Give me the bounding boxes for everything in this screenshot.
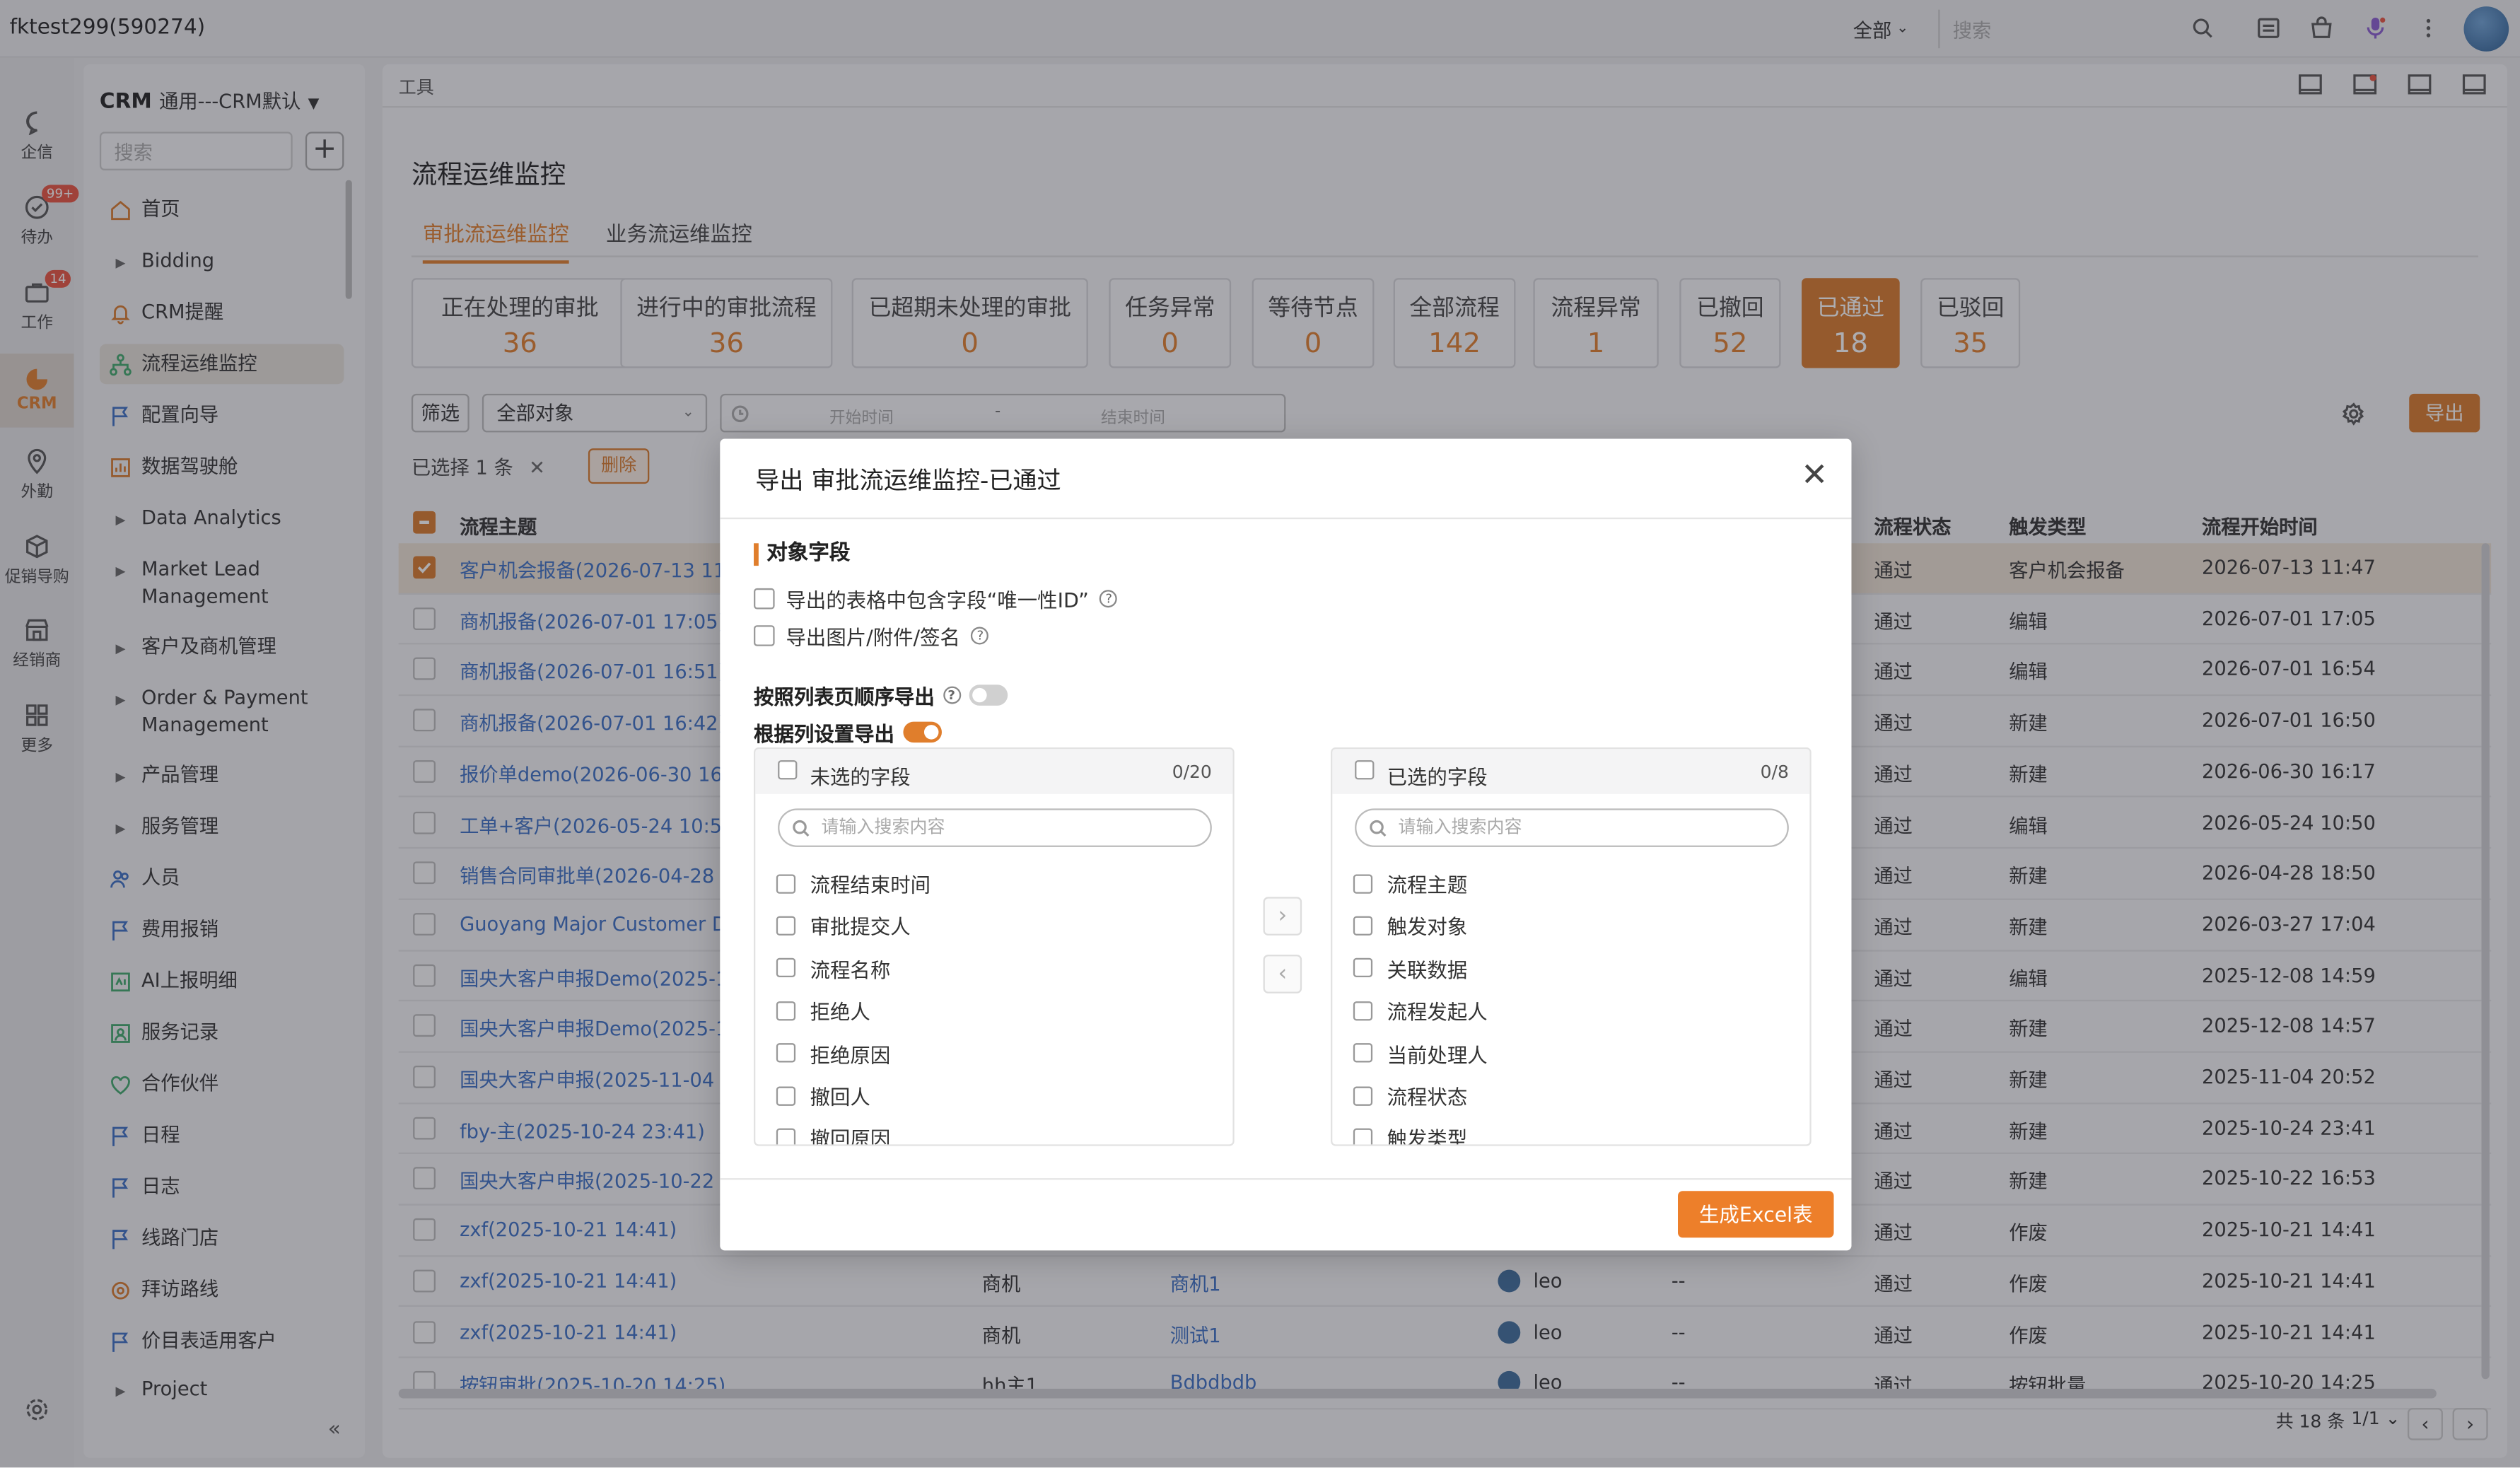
field-checkbox[interactable] <box>1353 958 1373 978</box>
column-export-toggle[interactable] <box>902 721 941 743</box>
field-option[interactable]: 流程主题 <box>1353 868 1467 898</box>
images-checkbox[interactable] <box>754 625 775 646</box>
unselected-fields-panel: 未选的字段 0/20 请输入搜索内容 流程结束时间 审批提交人流程名称拒绝人拒绝原… <box>754 747 1235 1146</box>
unique-id-label: 导出的表格中包含字段“唯一性ID” <box>786 588 1089 613</box>
field-label: 流程主题 <box>1387 873 1468 897</box>
panel-header: 未选的字段 0/20 <box>755 749 1233 794</box>
field-option[interactable]: 当前处理人 <box>1353 1037 1488 1068</box>
field-checkbox[interactable] <box>1353 873 1373 893</box>
field-checkbox[interactable] <box>776 1001 796 1020</box>
field-checkbox[interactable] <box>776 1043 796 1063</box>
field-checkbox[interactable] <box>776 958 796 978</box>
field-label: 触发类型 <box>1387 1127 1468 1146</box>
search-icon <box>1370 820 1387 837</box>
select-all-unselected-checkbox[interactable] <box>778 760 798 780</box>
field-label: 流程名称 <box>810 957 891 982</box>
order-export-row: 按照列表页顺序导出? <box>754 680 1008 710</box>
field-option[interactable]: 撤回原因 <box>776 1122 891 1146</box>
help-icon[interactable]: ? <box>1099 590 1118 608</box>
export-dialog: 导出 审批流运维监控-已通过 ✕ 对象字段 导出的表格中包含字段“唯一性ID”?… <box>720 438 1852 1251</box>
order-export-toggle[interactable] <box>968 685 1008 706</box>
dialog-footer-divider <box>720 1178 1852 1180</box>
field-checkbox[interactable] <box>1353 1043 1373 1063</box>
unique-id-checkbox[interactable] <box>754 588 775 610</box>
column-export-row: 根据列设置导出 <box>754 717 941 747</box>
search-icon <box>793 820 810 837</box>
field-label: 流程结束时间 <box>810 873 931 897</box>
select-all-selected-checkbox[interactable] <box>1355 760 1375 780</box>
field-checkbox[interactable] <box>776 1085 796 1105</box>
field-checkbox[interactable] <box>1353 1128 1373 1145</box>
field-option[interactable]: 关联数据 <box>1353 953 1467 983</box>
field-checkbox[interactable] <box>1353 1001 1373 1020</box>
field-label: 撤回原因 <box>810 1127 891 1146</box>
field-label: 拒绝人 <box>810 1000 870 1025</box>
field-checkbox[interactable] <box>1353 916 1373 936</box>
panel-count: 0/8 <box>1760 762 1789 783</box>
help-icon[interactable]: ? <box>943 686 961 704</box>
selected-fields-panel: 已选的字段 0/8 请输入搜索内容 流程主题触发对象关联数据流程发起人当前处理人… <box>1331 747 1812 1146</box>
dialog-header-divider <box>720 517 1852 520</box>
field-label: 当前处理人 <box>1387 1042 1488 1067</box>
generate-excel-button[interactable]: 生成Excel表 <box>1678 1191 1834 1238</box>
field-checkbox[interactable] <box>1353 1085 1373 1105</box>
panel-title: 已选的字段 <box>1387 764 1488 790</box>
field-option[interactable]: 触发对象 <box>1353 910 1467 940</box>
close-icon[interactable]: ✕ <box>1797 458 1832 494</box>
panel-title: 未选的字段 <box>810 764 911 790</box>
option-unique-id[interactable]: 导出的表格中包含字段“唯一性ID”? <box>754 583 1118 614</box>
images-label: 导出图片/附件/签名 <box>786 625 960 650</box>
section-title: 对象字段 <box>754 542 850 566</box>
column-export-label: 根据列设置导出 <box>754 721 894 746</box>
field-option[interactable]: 流程名称 <box>776 953 890 983</box>
help-icon[interactable]: ? <box>971 627 989 645</box>
move-left-button[interactable]: ‹ <box>1263 955 1302 994</box>
field-label: 拒绝原因 <box>810 1042 891 1067</box>
order-export-label: 按照列表页顺序导出 <box>754 685 935 709</box>
field-option[interactable]: 拒绝人 <box>776 995 870 1025</box>
option-images[interactable]: 导出图片/附件/签名? <box>754 620 989 651</box>
field-option[interactable]: 流程结束时间 <box>776 868 931 898</box>
field-label: 审批提交人 <box>810 915 911 940</box>
unselected-search-input[interactable]: 请输入搜索内容 <box>778 808 1212 847</box>
dialog-title: 导出 审批流运维监控-已通过 <box>755 466 1061 496</box>
panel-count: 0/20 <box>1172 762 1212 783</box>
field-checkbox[interactable] <box>776 1128 796 1145</box>
field-option[interactable]: 流程状态 <box>1353 1080 1467 1110</box>
field-checkbox[interactable] <box>776 916 796 936</box>
field-label: 流程发起人 <box>1387 1000 1488 1025</box>
panel-header: 已选的字段 0/8 <box>1332 749 1810 794</box>
move-right-button[interactable]: › <box>1263 897 1302 936</box>
field-label: 流程状态 <box>1387 1085 1468 1109</box>
field-checkbox[interactable] <box>776 873 796 893</box>
field-label: 触发对象 <box>1387 915 1468 940</box>
selected-search-input[interactable]: 请输入搜索内容 <box>1355 808 1789 847</box>
field-option[interactable]: 流程发起人 <box>1353 995 1488 1025</box>
field-option[interactable]: 拒绝原因 <box>776 1037 890 1068</box>
field-option[interactable]: 触发类型 <box>1353 1122 1468 1146</box>
field-label: 撤回人 <box>810 1085 870 1109</box>
field-option[interactable]: 撤回人 <box>776 1080 870 1110</box>
field-label: 关联数据 <box>1387 957 1468 982</box>
field-option[interactable]: 审批提交人 <box>776 910 911 940</box>
